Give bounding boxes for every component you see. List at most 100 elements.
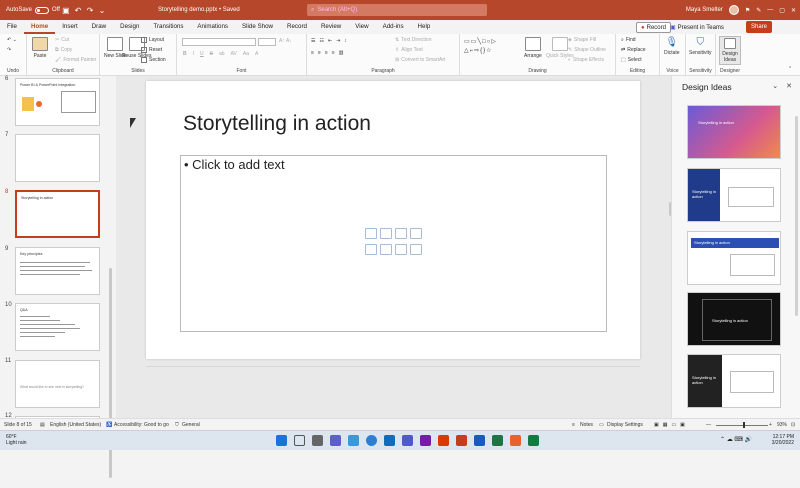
font-size-dropdown[interactable] [258, 38, 276, 46]
section-button[interactable]: Section [141, 57, 166, 63]
arrange-button[interactable]: Arrange [524, 37, 542, 59]
slide-thumbnail-11[interactable]: What would like to see next in storytell… [15, 360, 100, 408]
slide-canvas[interactable]: Storytelling in action • Click to add te… [146, 81, 640, 359]
justify-icon[interactable]: ≡ [332, 50, 335, 56]
spell-check-icon[interactable]: ▤ [40, 422, 45, 428]
shapes-gallery-row2[interactable]: △⌐⇨{}☆ [464, 47, 493, 54]
pane-close-icon[interactable]: ✕ [786, 83, 792, 90]
tab-help[interactable]: Help [411, 20, 438, 34]
sensitivity-button[interactable]: ⛉ Sensitivity [689, 37, 712, 56]
outdent-icon[interactable]: ⇤ [328, 38, 332, 44]
slide-thumbnail-9[interactable]: Key principles [15, 247, 100, 295]
insert-smartart-icon[interactable] [395, 228, 407, 239]
cut-button[interactable]: ✂ Cut [55, 37, 69, 43]
share-button[interactable]: Share [746, 21, 773, 33]
font-name-dropdown[interactable] [182, 38, 256, 46]
teams-chat-icon[interactable] [330, 435, 341, 446]
shadow-icon[interactable]: ab [219, 51, 225, 57]
save-icon[interactable]: ▣ [60, 4, 72, 16]
insert-video-icon[interactable] [395, 244, 407, 255]
pen-icon[interactable]: ✎ [756, 7, 761, 14]
copy-button[interactable]: ⧉ Copy [55, 47, 72, 53]
tab-home[interactable]: Home [23, 20, 56, 34]
reset-button[interactable]: Reset [141, 47, 162, 53]
columns-icon[interactable]: ▥ [339, 50, 344, 56]
coauthor-icon[interactable]: ⚑ [745, 7, 750, 14]
system-tray-icons[interactable]: ⌃ ☁ ⌨ 🔊 [720, 436, 752, 443]
tab-draw[interactable]: Draw [85, 20, 113, 34]
undo-icon[interactable]: ↶ ⌄ [7, 37, 17, 43]
slide-title[interactable]: Storytelling in action [183, 112, 371, 136]
close-icon[interactable]: ✕ [791, 7, 796, 14]
case-icon[interactable]: Aa [243, 51, 249, 57]
minimize-icon[interactable]: — [767, 7, 773, 13]
search-box[interactable]: ⌕ Search (Alt+Q) [307, 4, 487, 16]
tab-record[interactable]: Record [280, 20, 314, 34]
insert-chart-icon[interactable] [380, 228, 392, 239]
excel-icon[interactable] [492, 435, 503, 446]
zoom-slider-thumb[interactable] [743, 422, 745, 428]
shape-effects-button[interactable]: ◐ Shape Effects [568, 57, 604, 63]
format-painter-button[interactable]: 🖌 Format Painter [55, 57, 96, 63]
shape-outline-button[interactable]: ✎ Shape Outline [568, 47, 606, 53]
align-center-icon[interactable]: ≡ [318, 50, 321, 56]
zoom-level[interactable]: 93% [777, 422, 787, 428]
tab-animations[interactable]: Animations [190, 20, 235, 34]
content-placeholder[interactable]: • Click to add text [180, 155, 607, 332]
align-text-button[interactable]: ⇳ Align Text [395, 47, 423, 53]
align-right-icon[interactable]: ≡ [325, 50, 328, 56]
pane-options-icon[interactable]: ⌄ [772, 83, 778, 90]
tab-transitions[interactable]: Transitions [146, 20, 190, 34]
bold-button[interactable]: B [183, 51, 187, 57]
content-placeholder-text[interactable]: • Click to add text [184, 157, 285, 172]
language-status[interactable]: English (United States) [50, 422, 101, 428]
autosave-toggle[interactable]: AutoSave Off [6, 6, 60, 14]
insert-3d-model-icon[interactable] [410, 228, 422, 239]
tab-slide-show[interactable]: Slide Show [235, 20, 280, 34]
zoom-in-icon[interactable]: + [769, 422, 772, 428]
dictate-button[interactable]: 🎙 Dictate [664, 37, 680, 56]
tab-add-ins[interactable]: Add-ins [376, 20, 411, 34]
convert-smartart-button[interactable]: ⊞ Convert to SmartArt [395, 57, 445, 63]
collapse-ribbon-icon[interactable]: ⌃ [788, 66, 792, 72]
select-button[interactable]: ⬚ Select [621, 57, 642, 63]
slide-thumbnail-6[interactable]: Power BI & PowerPoint Integration [15, 78, 100, 126]
slide-thumbnail-8[interactable]: Storytelling in action [15, 190, 100, 238]
notes-button[interactable]: Notes [580, 422, 593, 428]
clock[interactable]: 12:17 PM 3/20/2022 [772, 434, 794, 446]
start-icon[interactable] [276, 435, 287, 446]
present-in-teams-button[interactable]: ▣ Present in Teams [670, 22, 724, 33]
redo-icon[interactable]: ↷ [7, 47, 11, 53]
user-name[interactable]: Maya Smelter [686, 7, 723, 13]
tab-file[interactable]: File [0, 20, 24, 34]
align-left-icon[interactable]: ≡ [311, 50, 314, 56]
weather-widget[interactable]: 60°F Light rain [6, 434, 27, 446]
outlook-icon[interactable] [384, 435, 395, 446]
task-view-icon[interactable] [312, 435, 323, 446]
shapes-gallery[interactable]: ▭▭╲□○▷ [464, 38, 497, 45]
tab-view[interactable]: View [348, 20, 375, 34]
strikethrough-button[interactable]: S [210, 51, 213, 57]
line-spacing-icon[interactable]: ↕ [344, 38, 347, 44]
italic-button[interactable]: I [193, 51, 194, 57]
sensitivity-status[interactable]: General [182, 422, 200, 428]
bullets-icon[interactable]: ☰ [311, 38, 315, 44]
powerpoint-taskbar-icon[interactable] [438, 435, 449, 446]
font-color-icon[interactable]: A [255, 51, 258, 57]
notes-divider[interactable] [146, 366, 640, 367]
powerpoint-window-icon[interactable] [456, 435, 467, 446]
insert-icons-icon[interactable] [410, 244, 422, 255]
onenote-icon[interactable] [420, 435, 431, 446]
maximize-icon[interactable]: ▢ [779, 7, 785, 14]
view-buttons[interactable]: ▣▦▭▣ [654, 422, 689, 428]
design-idea-card-1[interactable]: Storytelling in action [687, 105, 781, 159]
teams-icon[interactable] [402, 435, 413, 446]
snagit-icon[interactable] [510, 435, 521, 446]
file-explorer-icon[interactable] [348, 435, 359, 446]
insert-picture-icon[interactable] [365, 244, 377, 255]
design-idea-card-3[interactable]: Storytelling in action [687, 231, 781, 285]
indent-icon[interactable]: ⇥ [336, 38, 340, 44]
tab-design[interactable]: Design [113, 20, 146, 34]
font-grow-icon[interactable]: A↑ A↓ [279, 38, 292, 44]
design-idea-card-2[interactable]: Storytelling in action [687, 168, 781, 222]
